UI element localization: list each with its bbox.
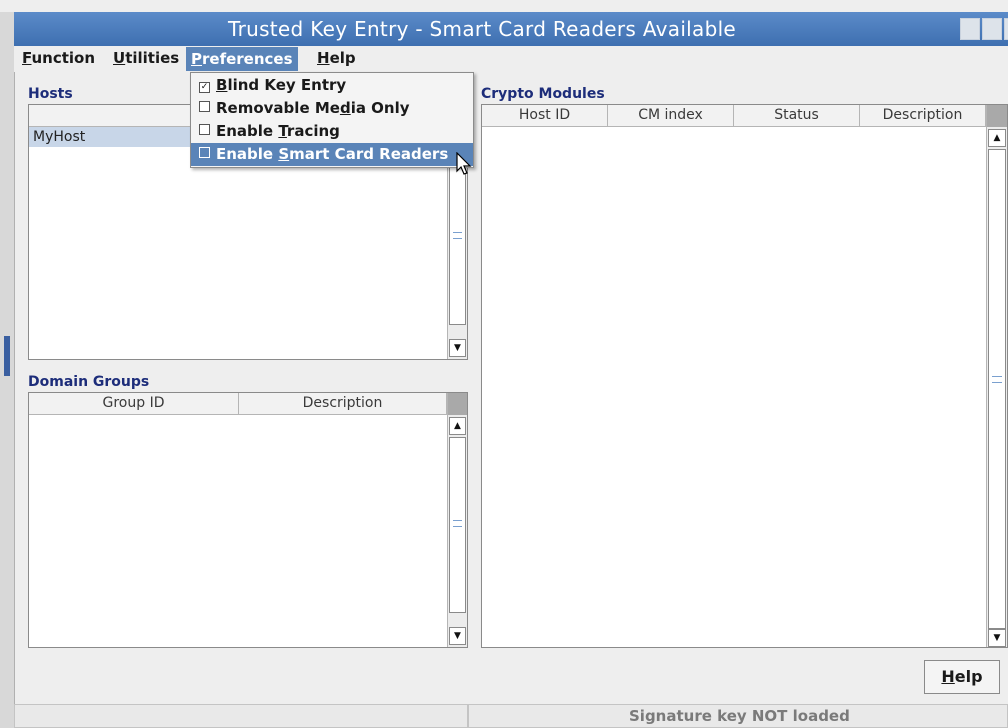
edge-marker xyxy=(4,336,10,376)
scroll-down-icon[interactable]: ▼ xyxy=(449,627,466,645)
menu-utilities[interactable]: Utilities xyxy=(113,49,179,67)
help-button-mnemonic: H xyxy=(941,667,955,686)
crypto-modules-scrollbar[interactable]: ▲ ▼ xyxy=(986,105,1007,647)
menu-utilities-label: tilities xyxy=(125,49,180,67)
crypto-modules-label: Crypto Modules xyxy=(481,86,605,102)
minimize-button[interactable] xyxy=(960,18,980,40)
grip-icon xyxy=(453,520,462,527)
checkbox-icon xyxy=(199,124,210,135)
maximize-button[interactable] xyxy=(982,18,1002,40)
close-button[interactable] xyxy=(1004,18,1008,40)
menu-preferences[interactable]: Preferences xyxy=(186,47,298,71)
menu-item-text-post: racing xyxy=(286,122,340,140)
menu-item-enable-smart-card-readers[interactable]: Enable Smart Card Readers xyxy=(191,143,473,166)
domain-groups-label: Domain Groups xyxy=(28,374,150,390)
menu-help-mnemonic: H xyxy=(317,49,330,67)
cm-col-status[interactable]: Status xyxy=(734,105,860,127)
menu-item-text-post: mart Card Readers xyxy=(289,145,449,163)
menu-function-label: unction xyxy=(31,49,96,67)
status-signature-key: Signature key NOT loaded xyxy=(468,704,1008,728)
menu-item-text-post: ia Only xyxy=(350,99,410,117)
cm-scroll-thumb[interactable] xyxy=(988,149,1006,629)
window-title: Trusted Key Entry - Smart Card Readers A… xyxy=(228,17,737,41)
menu-item-text-post: lind Key Entry xyxy=(227,76,347,94)
cm-col-host-id[interactable]: Host ID xyxy=(482,105,608,127)
status-left xyxy=(14,704,468,728)
scroll-up-icon[interactable]: ▲ xyxy=(449,417,466,435)
dg-col-description[interactable]: Description xyxy=(239,393,447,415)
domain-groups-scrollbar[interactable]: ▲ ▼ xyxy=(447,393,467,647)
domain-groups-table: Group ID Description ▲ ▼ xyxy=(28,392,468,648)
checkbox-icon xyxy=(199,101,210,112)
main-window: Trusted Key Entry - Smart Card Readers A… xyxy=(0,0,1008,728)
menu-item-text-pre: Enable xyxy=(216,145,279,163)
hosts-label: Hosts xyxy=(28,86,73,102)
menu-preferences-mnemonic: P xyxy=(191,50,202,68)
menu-help[interactable]: Help xyxy=(317,49,356,67)
crypto-modules-table: Host ID CM index Status Description ▲ ▼ xyxy=(481,104,1008,648)
menu-item-mnemonic: T xyxy=(278,122,287,140)
menu-item-blind-key-entry[interactable]: ✓ Blind Key Entry xyxy=(191,74,473,97)
scroll-down-icon[interactable]: ▼ xyxy=(988,629,1006,647)
dg-col-group-id[interactable]: Group ID xyxy=(29,393,239,415)
menu-item-text-pre: Removable Me xyxy=(216,99,340,117)
scroll-down-icon[interactable]: ▼ xyxy=(449,339,466,357)
menu-item-text-pre: Enable xyxy=(216,122,279,140)
dg-scroll-corner xyxy=(448,393,467,415)
cm-col-description[interactable]: Description xyxy=(860,105,986,127)
dg-scroll-thumb[interactable] xyxy=(449,437,466,613)
mouse-cursor-icon xyxy=(456,152,472,175)
menu-bar: Function Utilities Preferences Help xyxy=(14,46,1008,72)
menu-help-label: elp xyxy=(329,49,356,67)
menu-item-removable-media-only[interactable]: Removable Media Only xyxy=(191,97,473,120)
menu-utilities-mnemonic: U xyxy=(113,49,126,67)
scroll-up-icon[interactable]: ▲ xyxy=(988,129,1006,147)
menu-item-mnemonic: d xyxy=(339,99,351,117)
menu-item-enable-tracing[interactable]: Enable Tracing xyxy=(191,120,473,143)
checkbox-checked-icon: ✓ xyxy=(199,82,210,93)
menu-item-mnemonic: B xyxy=(216,76,228,94)
menu-function-mnemonic: F xyxy=(22,49,32,67)
preferences-menu: ✓ Blind Key Entry Removable Media Only En… xyxy=(190,72,474,168)
help-button-label: elp xyxy=(954,667,983,686)
grip-icon xyxy=(453,232,462,239)
menu-function[interactable]: Function xyxy=(22,49,95,67)
checkbox-icon xyxy=(199,147,210,158)
menu-item-mnemonic: S xyxy=(278,145,290,163)
help-button[interactable]: Help xyxy=(924,660,1000,694)
window-left-edge xyxy=(0,12,15,728)
menu-preferences-label: references xyxy=(202,50,293,68)
cm-scroll-corner xyxy=(987,105,1007,127)
cm-col-cm-index[interactable]: CM index xyxy=(608,105,734,127)
grip-icon xyxy=(992,376,1002,383)
title-bar[interactable]: Trusted Key Entry - Smart Card Readers A… xyxy=(14,12,1008,46)
